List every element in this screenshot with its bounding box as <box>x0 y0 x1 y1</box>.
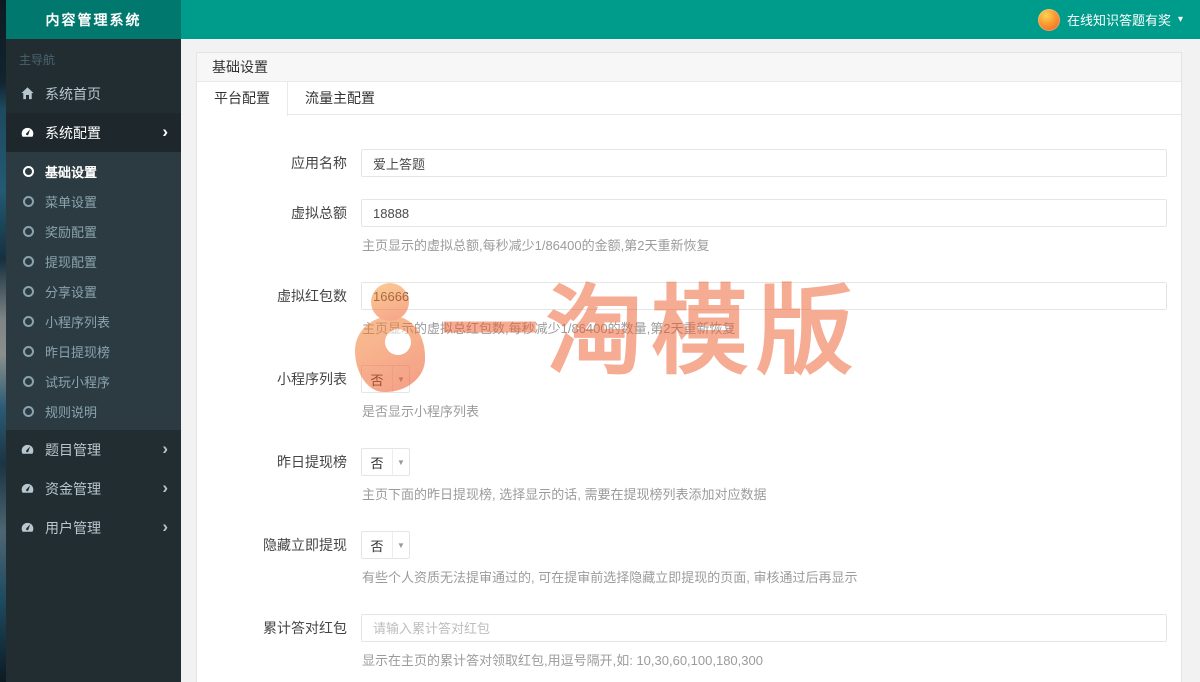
app-title: 内容管理系统 <box>45 11 142 28</box>
app-name-label: 应用名称 <box>291 155 347 171</box>
select-value: 否 <box>370 538 384 554</box>
subitem-label: 奖励配置 <box>45 224 98 240</box>
select-value: 否 <box>370 372 384 388</box>
main-content: 基础设置 平台配置 流量主配置 应用名称 虚拟总额 主页显示的虚拟总额,每秒减少… <box>181 39 1200 682</box>
sidebar-subitem-yesterday-withdraw-rank[interactable]: 昨日提现榜 <box>6 336 181 366</box>
form-group-virtual-total: 虚拟总额 主页显示的虚拟总额,每秒减少1/86400的金额,第2天重新恢复 <box>197 199 1181 260</box>
sidebar-item-label: 资金管理 <box>45 480 101 497</box>
sidebar-item-user-mgmt[interactable]: 用户管理 › <box>6 508 181 547</box>
form-group-cumulative-reward: 累计答对红包 显示在主页的累计答对领取红包,用逗号隔开,如: 10,30,60,… <box>197 614 1181 675</box>
virtual-total-input[interactable] <box>361 199 1167 227</box>
sidebar-item-fund-mgmt[interactable]: 资金管理 › <box>6 469 181 508</box>
circle-icon <box>23 255 34 267</box>
chevron-right-icon: › <box>162 439 168 458</box>
dashboard-icon <box>20 481 35 496</box>
virtual-total-help: 主页显示的虚拟总额,每秒减少1/86400的金额,第2天重新恢复 <box>362 238 710 253</box>
form-group-yesterday-rank: 昨日提现榜 否 ▼ 主页下面的昨日提现榜, 选择显示的话, 需要在提现榜列表添加… <box>197 448 1181 509</box>
sidebar-subitem-rules[interactable]: 规则说明 <box>6 396 181 426</box>
miniapp-list-help: 是否显示小程序列表 <box>362 404 480 419</box>
select-caret-icon: ▼ <box>392 366 409 392</box>
chevron-right-icon: › <box>162 478 168 497</box>
select-caret-icon: ▼ <box>392 532 409 558</box>
chevron-right-icon: › <box>162 122 168 141</box>
circle-icon <box>23 165 34 177</box>
virtual-redpacket-help: 主页显示的虚拟总红包数,每秒减少1/86400的数量,第2天重新恢复 <box>362 321 736 336</box>
sidebar-item-home[interactable]: 系统首页 <box>6 74 181 113</box>
form-group-miniapp-list: 小程序列表 否 ▼ 是否显示小程序列表 <box>197 365 1181 426</box>
sidebar-item-system-config[interactable]: 系统配置 › <box>6 113 181 152</box>
subitem-label: 昨日提现榜 <box>45 344 111 360</box>
nav-section-label: 主导航 <box>19 53 56 67</box>
cumulative-reward-input[interactable] <box>361 614 1167 642</box>
chevron-right-icon: › <box>162 517 168 536</box>
tab-traffic-config[interactable]: 流量主配置 <box>288 82 392 114</box>
app-logo[interactable]: 内容管理系统 <box>6 0 181 39</box>
virtual-redpacket-input[interactable] <box>361 282 1167 310</box>
settings-form: 应用名称 虚拟总额 主页显示的虚拟总额,每秒减少1/86400的金额,第2天重新… <box>197 115 1181 675</box>
circle-icon <box>23 285 34 297</box>
avatar <box>1037 8 1060 31</box>
subitem-label: 分享设置 <box>45 284 98 300</box>
circle-icon <box>23 345 34 357</box>
subitem-label: 菜单设置 <box>45 194 98 210</box>
yesterday-rank-help: 主页下面的昨日提现榜, 选择显示的话, 需要在提现榜列表添加对应数据 <box>362 487 767 502</box>
sidebar-item-label: 用户管理 <box>45 519 101 536</box>
select-value: 否 <box>370 455 384 471</box>
tab-platform-config[interactable]: 平台配置 <box>197 82 288 116</box>
tab-bar: 平台配置 流量主配置 <box>197 82 1181 116</box>
sidebar-item-question-mgmt[interactable]: 题目管理 › <box>6 430 181 469</box>
user-menu[interactable]: 在线知识答题有奖 ▾ <box>1034 0 1187 39</box>
dashboard-icon <box>20 442 35 457</box>
form-group-app-name: 应用名称 <box>197 149 1181 177</box>
circle-icon <box>23 225 34 237</box>
sidebar-subitem-reward-config[interactable]: 奖励配置 <box>6 216 181 246</box>
subitem-label: 小程序列表 <box>45 314 111 330</box>
subitem-label: 试玩小程序 <box>45 374 111 390</box>
circle-icon <box>23 195 34 207</box>
sidebar-item-label: 系统配置 <box>45 124 101 141</box>
sidebar-subitem-share-settings[interactable]: 分享设置 <box>6 276 181 306</box>
miniapp-list-label: 小程序列表 <box>277 371 347 387</box>
sidebar-subitem-trial-miniapp[interactable]: 试玩小程序 <box>6 366 181 396</box>
topbar: 在线知识答题有奖 ▾ <box>181 0 1200 39</box>
app-name-input[interactable] <box>361 149 1167 177</box>
sidebar-subitem-menu-settings[interactable]: 菜单设置 <box>6 186 181 216</box>
miniapp-list-select[interactable]: 否 ▼ <box>361 365 410 393</box>
home-icon <box>20 86 35 101</box>
settings-card: 基础设置 平台配置 流量主配置 应用名称 虚拟总额 主页显示的虚拟总额,每秒减少… <box>196 52 1182 682</box>
circle-icon <box>23 375 34 387</box>
sidebar-subitem-withdraw-config[interactable]: 提现配置 <box>6 246 181 276</box>
sidebar-subitem-basic-settings[interactable]: 基础设置 <box>6 156 181 186</box>
virtual-total-label: 虚拟总额 <box>291 205 347 221</box>
dashboard-icon <box>20 520 35 535</box>
subitem-label: 基础设置 <box>45 164 98 180</box>
form-group-hide-withdraw: 隐藏立即提现 否 ▼ 有些个人资质无法提审通过的, 可在提审前选择隐藏立即提现的… <box>197 531 1181 592</box>
left-edge-artifact <box>0 0 6 682</box>
system-config-submenu: 基础设置 菜单设置 奖励配置 提现配置 分享设置 小程序列表 昨日提现榜 试玩小… <box>6 152 181 430</box>
subitem-label: 规则说明 <box>45 404 98 420</box>
cumulative-reward-label: 累计答对红包 <box>263 620 347 636</box>
circle-icon <box>23 315 34 327</box>
cumulative-reward-help: 显示在主页的累计答对领取红包,用逗号隔开,如: 10,30,60,100,180… <box>362 653 763 668</box>
card-title: 基础设置 <box>197 53 1181 82</box>
sidebar-item-label: 题目管理 <box>45 441 101 458</box>
dashboard-icon <box>20 125 35 140</box>
hide-withdraw-help: 有些个人资质无法提审通过的, 可在提审前选择隐藏立即提现的页面, 审核通过后再显… <box>362 570 858 585</box>
hide-withdraw-label: 隐藏立即提现 <box>263 537 347 553</box>
select-caret-icon: ▼ <box>392 449 409 475</box>
virtual-redpacket-label: 虚拟红包数 <box>277 288 347 304</box>
hide-withdraw-select[interactable]: 否 ▼ <box>361 531 410 559</box>
chevron-down-icon: ▾ <box>1177 13 1183 25</box>
sidebar-item-label: 系统首页 <box>45 85 101 102</box>
sidebar: 内容管理系统 主导航 系统首页 系统配置 › 基础设置 菜单设置 奖励配置 提现… <box>6 0 181 682</box>
circle-icon <box>23 405 34 417</box>
sidebar-subitem-miniapp-list[interactable]: 小程序列表 <box>6 306 181 336</box>
form-group-virtual-redpacket: 虚拟红包数 主页显示的虚拟总红包数,每秒减少1/86400的数量,第2天重新恢复 <box>197 282 1181 343</box>
yesterday-rank-label: 昨日提现榜 <box>277 454 347 470</box>
user-menu-label: 在线知识答题有奖 <box>1066 13 1171 28</box>
subitem-label: 提现配置 <box>45 254 98 270</box>
yesterday-rank-select[interactable]: 否 ▼ <box>361 448 410 476</box>
